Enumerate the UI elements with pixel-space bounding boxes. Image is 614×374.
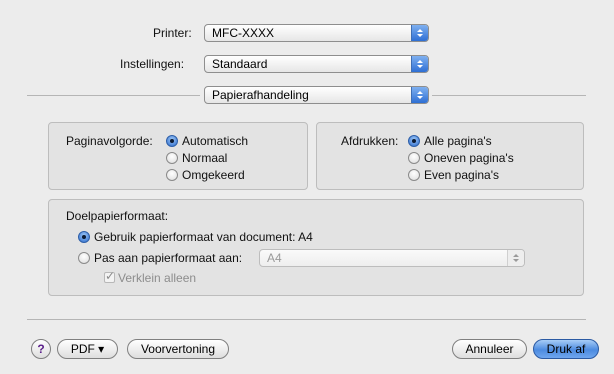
- use-document-size-option[interactable]: Gebruik papierformaat van document: A4: [78, 230, 313, 244]
- section-divider-left: [27, 95, 200, 96]
- shrink-only-checkbox[interactable]: Verklein alleen: [104, 269, 197, 285]
- popup-arrows-icon: [411, 25, 428, 41]
- section-popup-value: Papierafhandeling: [212, 88, 309, 102]
- pdf-button[interactable]: PDF ▾: [57, 339, 118, 359]
- radio-icon: [408, 169, 420, 181]
- presets-label: Instellingen:: [120, 57, 185, 71]
- cancel-button[interactable]: Annuleer: [452, 339, 527, 359]
- radio-label: Automatisch: [182, 134, 249, 148]
- destination-label: Doelpapierformaat:: [66, 209, 169, 223]
- radio-selected-icon: [408, 135, 420, 147]
- presets-popup[interactable]: Standaard: [204, 55, 429, 73]
- radio-label: Gebruik papierformaat van document: A4: [94, 230, 313, 244]
- popup-arrows-icon: [507, 250, 524, 266]
- radio-icon: [408, 152, 420, 164]
- radio-label: Even pagina's: [424, 168, 500, 182]
- help-button[interactable]: ?: [31, 339, 51, 359]
- preview-button[interactable]: Voorvertoning: [127, 339, 229, 359]
- page-order-label: Paginavolgorde:: [66, 134, 153, 148]
- radio-label: Alle pagina's: [424, 134, 492, 148]
- popup-arrows-icon: [411, 87, 428, 103]
- checkmark-icon: [104, 269, 115, 283]
- section-popup[interactable]: Papierafhandeling: [204, 86, 429, 104]
- print-pages-option-all[interactable]: Alle pagina's: [408, 134, 492, 148]
- checkbox-label: Verklein alleen: [118, 271, 197, 285]
- radio-selected-icon: [166, 135, 178, 147]
- page-order-option-normal[interactable]: Normaal: [166, 151, 227, 165]
- radio-label: Normaal: [182, 151, 228, 165]
- radio-label: Oneven pagina's: [424, 151, 514, 165]
- presets-popup-value: Standaard: [212, 57, 268, 71]
- print-button[interactable]: Druk af: [533, 339, 599, 359]
- printer-label: Printer:: [153, 26, 192, 40]
- page-order-option-reverse[interactable]: Omgekeerd: [166, 168, 245, 182]
- footer-divider: [27, 319, 586, 320]
- section-divider-right: [432, 95, 586, 96]
- scale-paper-size-value: A4: [267, 251, 282, 265]
- print-pages-label: Afdrukken:: [341, 134, 399, 148]
- scale-to-paper-option[interactable]: Pas aan papierformaat aan:: [78, 251, 242, 265]
- scale-paper-size-popup[interactable]: A4: [259, 249, 525, 267]
- radio-icon: [166, 169, 178, 181]
- printer-popup[interactable]: MFC-XXXX: [204, 24, 429, 42]
- radio-selected-icon: [78, 231, 90, 243]
- radio-icon: [166, 152, 178, 164]
- radio-icon: [78, 252, 90, 264]
- print-pages-option-odd[interactable]: Oneven pagina's: [408, 151, 514, 165]
- page-order-option-automatic[interactable]: Automatisch: [166, 134, 248, 148]
- printer-popup-value: MFC-XXXX: [212, 26, 275, 40]
- radio-label: Pas aan papierformaat aan:: [94, 251, 243, 265]
- print-pages-option-even[interactable]: Even pagina's: [408, 168, 499, 182]
- radio-label: Omgekeerd: [182, 168, 245, 182]
- popup-arrows-icon: [411, 56, 428, 72]
